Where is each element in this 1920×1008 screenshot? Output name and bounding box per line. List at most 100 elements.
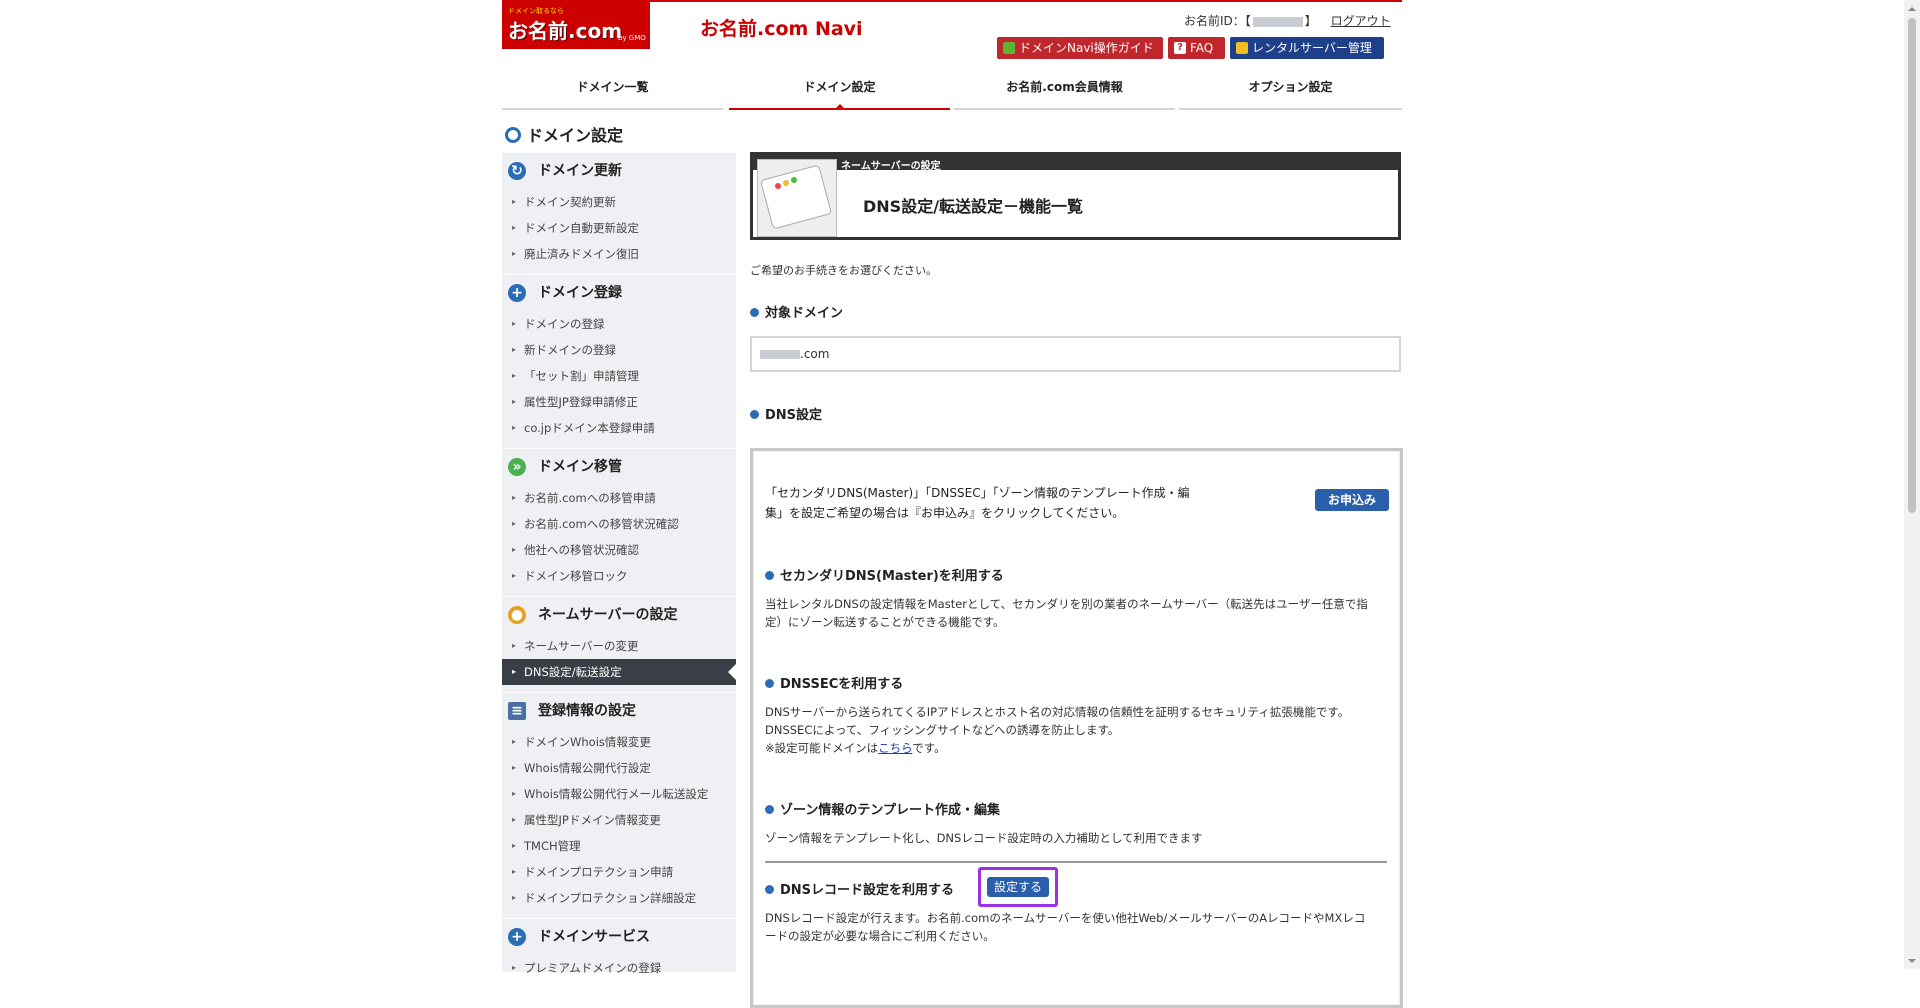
scroll-down-arrow-icon[interactable] [1908,959,1916,967]
tab-domain-list[interactable]: ドメイン一覧 [502,76,723,110]
set-button-highlight: 設定する [978,867,1058,907]
intro-text: 「セカンダリDNS(Master)」「DNSSEC」「ゾーン情報のテンプレート作… [765,486,1190,520]
sidebar-group-registration-info: ≡ 登録情報の設定 ドメインWhois情報変更 Whois情報公開代行設定 Who… [502,692,736,911]
page-description: ご希望のお手続きをお選びください。 [750,264,937,277]
sidebar-heading: ● ネームサーバーの設定 [502,596,736,633]
sidebar-item-whois-change[interactable]: ドメインWhois情報変更 [502,729,736,755]
dnssec-heading: DNSSECを利用する [765,673,903,692]
server-user-icon: ● [508,606,526,624]
transfer-arrows-icon: » [508,458,526,476]
sidebar-heading-label: ドメインサービス [538,929,650,945]
domain-suffix: .com [800,347,830,361]
user-id-end: 】 [1304,14,1317,28]
section-title: ドメイン設定 [505,122,623,146]
plus-circle-icon: + [508,284,526,302]
sidebar-heading-label: ドメイン更新 [538,163,622,179]
secondary-dns-heading: セカンダリDNS(Master)を利用する [765,565,1004,584]
dns-record-description: DNSレコード設定が行えます。お名前.comのネームサーバーを使い他社Web/メ… [765,911,1366,943]
sidebar-item-outbound-status[interactable]: 他社への移管状況確認 [502,537,736,563]
secondary-dns-description: 当社レンタルDNSの設定情報をMasterとして、セカンダリを別の業者のネームサ… [765,597,1368,629]
sidebar-item-premium[interactable]: プレミアムドメインの登録 [502,955,736,981]
rental-server-label: レンタルサーバー管理 [1252,41,1372,55]
sidebar-item-restore[interactable]: 廃止済みドメイン復旧 [502,241,736,267]
dns-record-set-button[interactable]: 設定する [987,877,1049,897]
sidebar-group-renewal: ↻ ドメイン更新 ドメイン契約更新 ドメイン自動更新設定 廃止済みドメイン復旧 [502,152,736,267]
sidebar-heading: + ドメインサービス [502,918,736,955]
main-tabs: ドメイン一覧 ドメイン設定 お名前.com会員情報 オプション設定 [502,76,1402,110]
sidebar-heading: ↻ ドメイン更新 [502,152,736,189]
target-domain-heading: 対象ドメイン [750,302,843,321]
sidebar-item-contract-renewal[interactable]: ドメイン契約更新 [502,189,736,215]
dnssec-note: ※設定可能ドメインはこちらです。 [765,739,1375,757]
dnssec-desc-line: DNSSECによって、フィッシングサイトなどへの誘導を防止します。 [765,723,1120,737]
sidebar-group-registration: + ドメイン登録 ドメインの登録 新ドメインの登録 「セット割」申請管理 属性型J… [502,274,736,441]
question-icon: ? [1174,41,1186,54]
rental-server-button[interactable]: レンタルサーバー管理 [1230,37,1384,59]
scroll-up-arrow-icon[interactable] [1908,3,1916,11]
dnssec-domains-link[interactable]: こちら [878,741,912,755]
section-title-text: ドメイン設定 [527,126,624,145]
logout-link[interactable]: ログアウト [1331,14,1391,28]
sidebar-group-domain-service: + ドメインサービス プレミアムドメインの登録 [502,918,736,981]
logo-gmo: by GMO [618,34,646,42]
sidebar-group-nameserver: ● ネームサーバーの設定 ネームサーバーの変更 DNS設定/転送設定 [502,596,737,685]
dnssec-desc-line: DNSサーバーから送られてくるIPアドレスとホスト名の対応情報の信頼性を証明する… [765,705,1350,719]
sidebar-group-transfer: » ドメイン移管 お名前.comへの移管申請 お名前.comへの移管状況確認 他社… [502,448,736,589]
sidebar-item-protection-detail[interactable]: ドメインプロテクション詳細設定 [502,885,736,911]
browser-window-icon [757,159,837,237]
app-title: お名前.com Navi [700,18,863,40]
sidebar-item-tmch[interactable]: TMCH管理 [502,833,736,859]
sidebar-item-cojp[interactable]: co.jpドメイン本登録申請 [502,415,736,441]
sidebar-item-protection-apply[interactable]: ドメインプロテクション申請 [502,859,736,885]
dns-settings-heading: DNS設定 [750,404,822,423]
target-domain-field: .com [750,336,1401,372]
sidebar-heading-label: ドメイン登録 [538,285,622,301]
user-info: お名前ID：【 】 ログアウト [1184,12,1391,29]
plus-circle-icon: + [508,928,526,946]
sidebar-item-jp-fix[interactable]: 属性型JP登録申請修正 [502,389,736,415]
vertical-scrollbar[interactable] [1904,0,1920,969]
sidebar-heading-label: ネームサーバーの設定 [538,607,678,623]
sidebar-heading-label: ドメイン移管 [538,459,622,475]
onamae-logo[interactable]: ドメイン取るなら お名前.com by GMO [502,2,650,49]
domain-redacted [760,350,800,359]
sidebar-item-domain-register[interactable]: ドメインの登録 [502,311,736,337]
sidebar-item-whois-proxy[interactable]: Whois情報公開代行設定 [502,755,736,781]
document-list-icon: ≡ [508,702,526,720]
note-suffix: です。 [912,741,946,755]
server-icon [1236,41,1248,54]
sidebar-item-dns-settings[interactable]: DNS設定/転送設定 [502,659,737,685]
tab-option-settings[interactable]: オプション設定 [1179,76,1402,110]
sidebar-item-whois-mail[interactable]: Whois情報公開代行メール転送設定 [502,781,736,807]
navi-guide-label: ドメインNavi操作ガイド [1019,41,1154,55]
circle-bullet-icon [505,127,521,143]
dns-options-panel: 「セカンダリDNS(Master)」「DNSSEC」「ゾーン情報のテンプレート作… [750,448,1403,1008]
page-header-box: ネームサーバーの設定 DNS設定/転送設定－機能一覧 [750,152,1401,240]
sidebar-item-transfer-lock[interactable]: ドメイン移管ロック [502,563,736,589]
sidebar-item-nameserver-change[interactable]: ネームサーバーの変更 [502,633,736,659]
sidebar-item-transfer-status[interactable]: お名前.comへの移管状況確認 [502,511,736,537]
faq-button[interactable]: ? FAQ [1168,37,1225,59]
tab-member-info[interactable]: お名前.com会員情報 [954,76,1175,110]
note-prefix: ※設定可能ドメインは [765,741,879,755]
tab-domain-settings[interactable]: ドメイン設定 [729,76,950,110]
zone-template-heading: ゾーン情報のテンプレート作成・編集 [765,799,1000,818]
sidebar-item-set-discount[interactable]: 「セット割」申請管理 [502,363,736,389]
navi-guide-button[interactable]: ドメインNavi操作ガイド [997,37,1163,59]
sidebar-heading: » ドメイン移管 [502,448,736,485]
page-title: DNS設定/転送設定－機能一覧 [863,197,1084,216]
sidebar-item-auto-renewal[interactable]: ドメイン自動更新設定 [502,215,736,241]
zone-template-description: ゾーン情報をテンプレート化し、DNSレコード設定時の入力補助として利用できます [765,831,1203,845]
sidebar-heading: + ドメイン登録 [502,274,736,311]
sidebar-item-transfer-apply[interactable]: お名前.comへの移管申請 [502,485,736,511]
faq-label: FAQ [1190,41,1214,55]
sidebar-item-new-domain[interactable]: 新ドメインの登録 [502,337,736,363]
dnssec-description: DNSサーバーから送られてくるIPアドレスとホスト名の対応情報の信頼性を証明する… [765,703,1375,757]
sidebar: ↻ ドメイン更新 ドメイン契約更新 ドメイン自動更新設定 廃止済みドメイン復旧 +… [502,152,737,981]
sidebar-heading: ≡ 登録情報の設定 [502,692,736,729]
refresh-globe-icon: ↻ [508,162,526,180]
apply-button[interactable]: お申込み [1315,489,1389,511]
sidebar-item-jp-info[interactable]: 属性型JPドメイン情報変更 [502,807,736,833]
scrollbar-thumb[interactable] [1908,18,1916,513]
user-id-label: お名前ID：【 [1184,14,1251,28]
